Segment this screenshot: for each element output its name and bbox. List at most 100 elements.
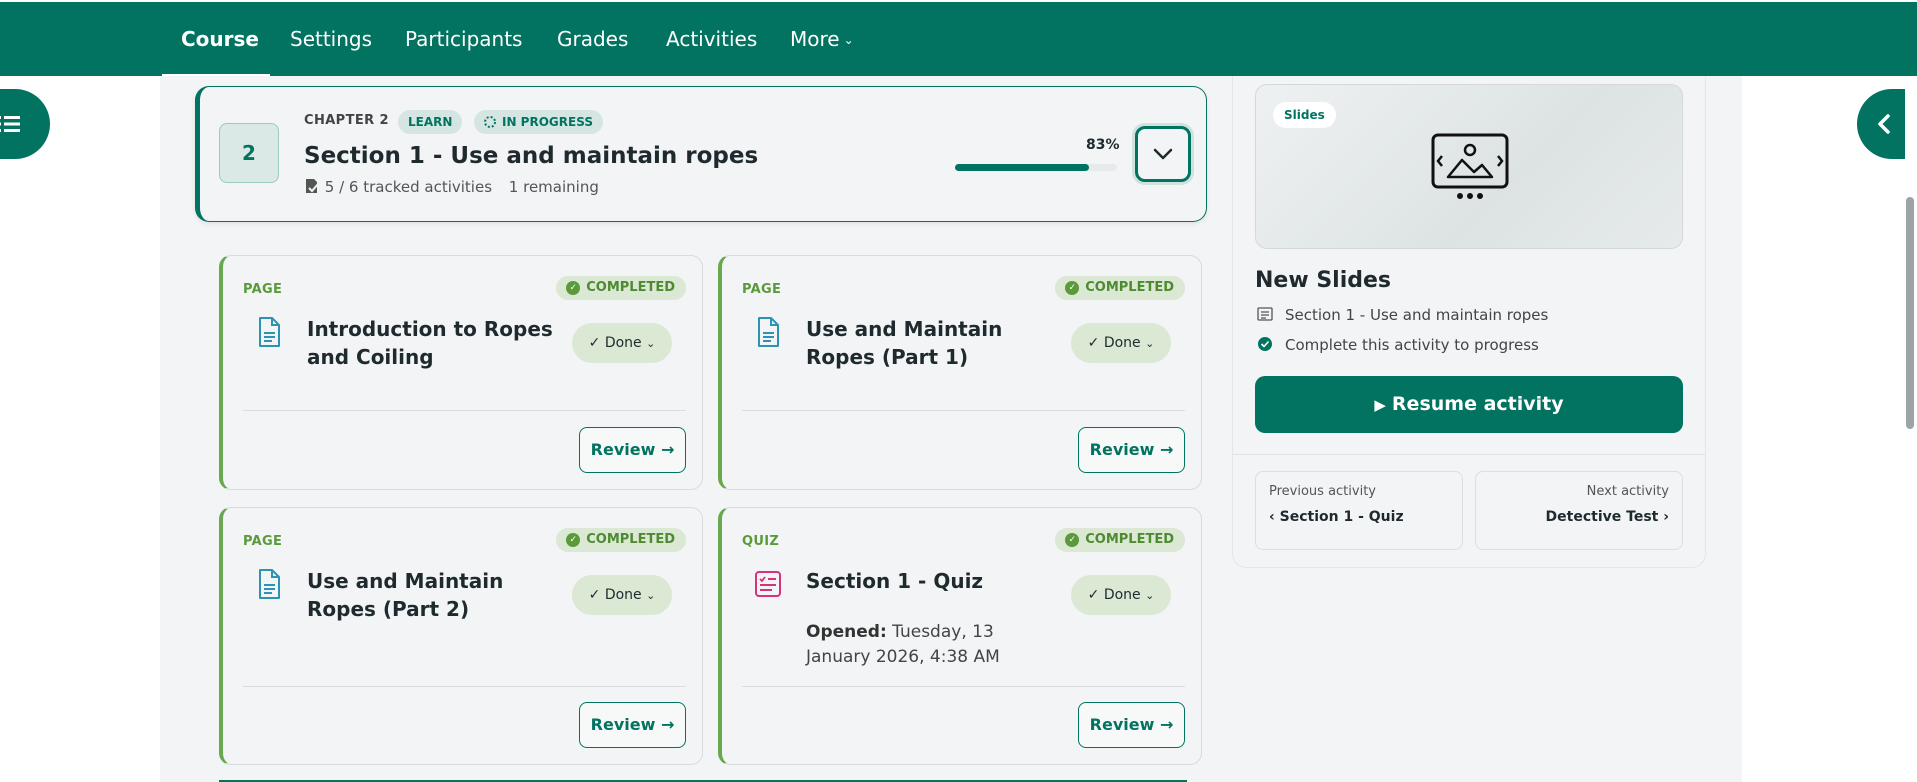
chapter-number: 2 [219,123,279,183]
activity-section: Section 1 - Use and maintain ropes [1285,306,1549,324]
chevron-left-icon [1878,114,1890,134]
list-icon [0,116,20,132]
in-progress-label: IN PROGRESS [502,115,593,129]
check-circle-icon [1258,337,1272,351]
tab-more-label: More [790,27,840,51]
resume-label: Resume activity [1391,393,1564,415]
done-label: Done [1103,335,1141,351]
review-button[interactable]: Review → [1078,702,1185,748]
course-nav-bar: Course Settings Participants Grades Acti… [0,2,1917,77]
quiz-icon [755,571,781,597]
activity-type-pill: Slides [1273,102,1336,128]
review-label: Review [590,440,656,459]
completed-label: COMPLETED [586,532,675,547]
review-label: Review [590,715,656,734]
play-icon: ▶ [1374,396,1386,414]
completed-label: COMPLETED [1085,532,1174,547]
section-icon [1257,307,1273,321]
progress-bar [955,164,1117,171]
page-icon [259,317,280,347]
done-label: Done [604,587,642,603]
done-label: Done [604,335,642,351]
completed-badge: ✓ COMPLETED [556,276,686,300]
review-button[interactable]: Review → [579,702,686,748]
chevron-down-icon: ⌄ [646,337,656,350]
chevron-down-icon: ⌄ [646,589,656,602]
activity-preview[interactable]: Slides [1255,84,1683,249]
check-circle-icon: ✓ [1065,533,1080,547]
done-dropdown[interactable]: ✓ Done ⌄ [572,323,672,363]
tab-settings[interactable]: Settings [290,2,372,76]
completion-requirement: Complete this activity to progress [1285,336,1539,354]
tab-course[interactable]: Course [181,2,259,76]
activity-type: PAGE [742,282,782,297]
tab-participants[interactable]: Participants [405,2,522,76]
remaining-count: 1 remaining [508,178,599,196]
panel-divider [1233,454,1705,455]
review-label: Review [1089,440,1155,459]
learn-badge: LEARN [398,110,463,134]
activity-title[interactable]: Use and Maintain Ropes (Part 1) [806,315,1066,371]
previous-activity-link[interactable]: Previous activity ‹ Section 1 - Quiz [1255,471,1463,550]
tab-activities[interactable]: Activities [666,2,757,76]
arrow-right-icon: → [660,715,675,734]
tracked-activities: 5 / 6 tracked activities [324,178,493,196]
in-progress-badge: IN PROGRESS [474,110,603,134]
chapter-header: 2 CHAPTER 2 LEARN IN PROGRESS Section 1 … [195,86,1207,222]
check-circle-icon: ✓ [1065,281,1080,295]
activity-card: PAGE ✓ COMPLETED Use and Maintain Ropes … [219,507,703,765]
scrollbar-thumb[interactable] [1906,197,1914,429]
course-index-toggle[interactable] [0,89,50,159]
activity-title: New Slides [1255,268,1392,293]
done-dropdown[interactable]: ✓ Done ⌄ [572,575,672,615]
card-divider [742,686,1185,687]
arrow-right-icon: → [660,440,675,459]
completed-badge: ✓ COMPLETED [1055,276,1185,300]
page-icon [758,317,779,347]
activity-type: PAGE [243,534,283,549]
review-button[interactable]: Review → [579,427,686,473]
check-circle-icon: ✓ [566,533,581,547]
previous-activity-title: ‹ Section 1 - Quiz [1269,509,1404,525]
page-icon [259,569,280,599]
progress-percent: 83% [1086,137,1120,153]
tab-grades[interactable]: Grades [557,2,628,76]
tab-more[interactable]: More ⌄ [790,2,854,76]
chapter-title: Section 1 - Use and maintain ropes [304,143,759,169]
resume-activity-button[interactable]: ▶ Resume activity [1255,376,1683,433]
completed-badge: ✓ COMPLETED [556,528,686,552]
completed-label: COMPLETED [1085,280,1174,295]
next-activity-title: Detective Test › [1545,509,1669,525]
tracked-activities-icon [306,179,319,193]
card-divider [243,410,686,411]
review-button[interactable]: Review → [1078,427,1185,473]
chevron-down-icon: ⌄ [843,33,854,47]
next-activity-label: Next activity [1586,484,1669,499]
activity-card: PAGE ✓ COMPLETED Use and Maintain Ropes … [718,255,1202,490]
review-label: Review [1089,715,1155,734]
next-activity-link[interactable]: Next activity Detective Test › [1475,471,1683,550]
chevron-down-icon: ⌄ [1145,589,1155,602]
card-divider [243,686,686,687]
activity-title[interactable]: Section 1 - Quiz [806,567,1066,595]
arrow-right-icon: → [1159,440,1174,459]
progress-spinner-icon [484,116,496,128]
chapter-label: CHAPTER 2 [304,113,389,128]
previous-activity-label: Previous activity [1269,484,1376,499]
completed-badge: ✓ COMPLETED [1055,528,1185,552]
done-dropdown[interactable]: ✓ Done ⌄ [1071,575,1171,615]
chapter-expand-button[interactable] [1135,126,1191,182]
check-circle-icon: ✓ [566,281,581,295]
chevron-down-icon [1153,148,1173,160]
activity-title[interactable]: Use and Maintain Ropes (Part 2) [307,567,567,623]
scrollbar-track[interactable] [1905,76,1917,782]
done-dropdown[interactable]: ✓ Done ⌄ [1071,323,1171,363]
done-label: Done [1103,587,1141,603]
slides-icon [1431,133,1509,199]
activity-panel: Slides New Slides Section 1 - Use and ma… [1232,76,1706,568]
quiz-opened-date: Opened: Tuesday, 13 January 2026, 4:38 A… [806,620,1036,670]
opened-label: Opened: [806,622,887,642]
chevron-down-icon: ⌄ [1145,337,1155,350]
activity-card: PAGE ✓ COMPLETED Introduction to Ropes a… [219,255,703,490]
activity-title[interactable]: Introduction to Ropes and Coiling [307,315,567,371]
